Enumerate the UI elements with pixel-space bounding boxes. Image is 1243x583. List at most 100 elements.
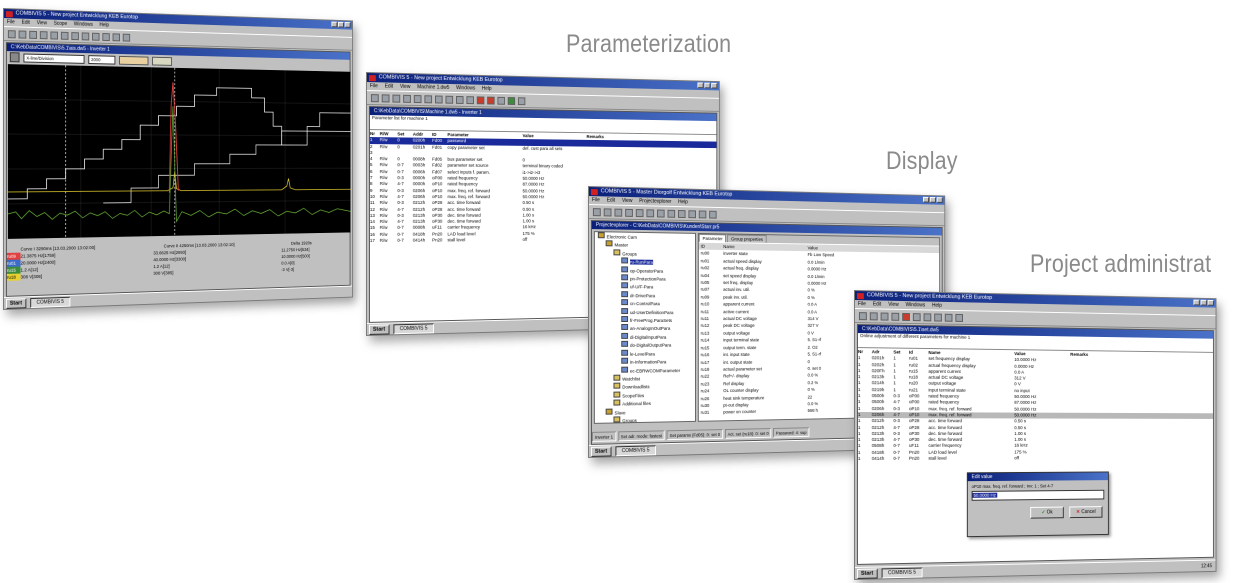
folder-icon[interactable] [699,210,707,218]
open-icon[interactable] [593,208,601,216]
list-icon[interactable] [82,32,90,40]
taskbar-item-combivis[interactable]: COMBIVIS 5 [30,296,71,307]
ruler-icon[interactable] [518,97,525,105]
save-icon[interactable] [382,94,390,102]
column-header[interactable]: Remarks [1070,352,1107,359]
maximize-button[interactable] [1201,300,1207,306]
start-button[interactable]: Start [591,446,611,456]
menu-edit[interactable]: Edit [873,301,881,307]
tab-group-properties[interactable]: Group properties [727,234,766,242]
copy-icon[interactable] [625,208,633,216]
start-button[interactable]: Start [369,324,389,334]
cut-icon[interactable] [881,312,889,320]
scope-icon[interactable] [657,209,665,217]
maximize-button[interactable] [704,83,710,89]
menu-file[interactable]: File [858,301,866,307]
scope-icon[interactable] [71,32,79,40]
compare-icon[interactable] [497,96,504,104]
download-icon[interactable] [456,95,464,103]
taskbar-item-combivis[interactable]: COMBIVIS 5 [393,323,434,334]
trash-icon[interactable] [113,33,120,41]
tree-item[interactable]: an-AnalogInOutPara [595,324,695,332]
menu-windows[interactable]: Windows [456,85,475,91]
menu-scope[interactable]: Scope [54,21,68,27]
ok-button[interactable]: ✓ Ok [1030,507,1064,519]
minimize-button[interactable] [1193,300,1199,306]
paste-icon[interactable] [636,209,644,217]
red-arrow-icon[interactable] [487,96,494,104]
menu-projectexplorer[interactable]: Projectexplorer [639,198,671,205]
scope-icon[interactable] [435,95,443,103]
menu-edit[interactable]: Edit [385,83,393,89]
menu-windows[interactable]: Windows [906,302,926,308]
table-row[interactable]: 1 0414h 0-7 Pn20 stall level off [858,455,1213,462]
start-button[interactable]: Start [6,298,26,309]
menu-view[interactable]: View [37,20,47,26]
maximize-button[interactable] [930,197,936,203]
menu-help[interactable]: Help [678,199,688,205]
menu-file[interactable]: File [370,83,378,89]
close-button[interactable] [937,197,943,203]
scope-button-2[interactable] [152,56,172,65]
scope-plot[interactable] [8,64,351,239]
start-button[interactable]: Start [857,568,877,578]
menu-help[interactable]: Help [99,22,109,28]
print-icon[interactable] [646,209,654,217]
close-button[interactable] [1208,300,1214,306]
download-icon[interactable] [945,313,953,321]
minimize-button[interactable] [923,197,929,203]
check-icon[interactable] [508,97,515,105]
print-icon[interactable] [913,313,921,321]
scope-mode-icon[interactable] [10,52,20,62]
list-icon[interactable] [667,209,675,217]
list-icon[interactable] [445,95,453,103]
minimize-button[interactable] [331,22,337,28]
taskbar-item-combivis[interactable]: COMBIVIS 5 [881,567,923,578]
menu-edit[interactable]: Edit [22,20,30,26]
tree-item[interactable]: ud-UserDefinitionPara [595,308,695,317]
upload-icon[interactable] [102,33,109,41]
tree-item[interactable]: ec-EBRWCOMParameter [595,366,695,375]
menu-machine[interactable]: Machine 1.dw5 [417,84,449,91]
taskbar-item-combivis[interactable]: COMBIVIS 5 [615,445,656,456]
zoom-icon[interactable] [709,210,716,218]
download-icon[interactable] [92,32,99,40]
scope-button-1[interactable] [119,55,148,64]
copy-icon[interactable] [40,31,48,39]
upload-icon[interactable] [688,210,696,218]
tab-parameter[interactable]: Parameter [699,234,727,242]
tree-item[interactable]: fr-FreeProg.ParaSets [595,316,695,324]
cut-icon[interactable] [29,30,37,38]
copy-icon[interactable] [891,312,899,320]
save-icon[interactable] [870,312,878,320]
upload-icon[interactable] [466,96,474,104]
menu-edit[interactable]: Edit [607,197,615,203]
paste-icon[interactable] [902,312,910,320]
menu-windows[interactable]: Windows [74,21,93,28]
menu-view[interactable]: View [888,302,899,308]
menu-help[interactable]: Help [482,86,492,92]
red-arrow-icon[interactable] [477,96,485,104]
cut-icon[interactable] [392,94,400,102]
scope-icon[interactable] [924,313,932,321]
close-button[interactable] [345,22,351,28]
open-icon[interactable] [8,30,16,38]
xline-dropdown[interactable]: X-line/Division [23,53,84,63]
close-button[interactable] [711,83,717,89]
menu-view[interactable]: View [622,198,632,204]
cut-icon[interactable] [614,208,622,216]
dialog-value-input[interactable]: 50.0000 Hz [972,490,1105,501]
copy-icon[interactable] [403,94,411,102]
print-icon[interactable] [424,95,432,103]
menu-file[interactable]: File [592,197,600,203]
tree-item[interactable]: cn-ControlPara [595,299,695,308]
maximize-button[interactable] [338,22,344,28]
menu-help[interactable]: Help [932,303,942,309]
save-icon[interactable] [19,30,27,38]
menu-view[interactable]: View [400,84,410,90]
open-icon[interactable] [859,312,867,320]
print-icon[interactable] [61,31,69,39]
paste-icon[interactable] [50,31,58,39]
paste-icon[interactable] [414,95,422,103]
minimize-button[interactable] [698,82,704,88]
